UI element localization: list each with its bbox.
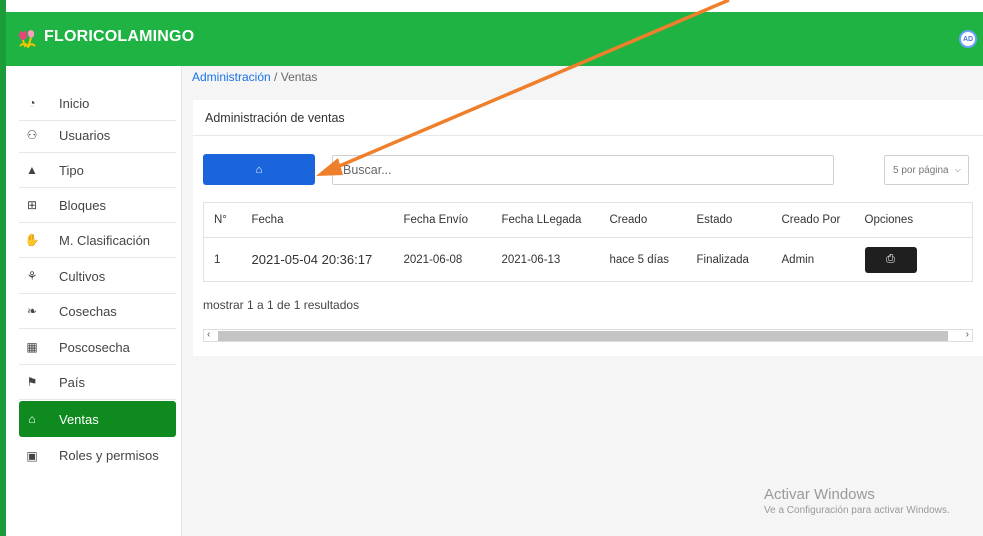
sidebar-item-m-clasificacion[interactable]: ✋ M. Clasificación	[19, 223, 176, 258]
card-title: Administración de ventas	[193, 100, 983, 136]
breadcrumb-separator: /	[274, 70, 278, 84]
scroll-right-icon[interactable]: ›	[966, 329, 969, 340]
leaf-icon: ❧	[26, 304, 38, 318]
tachometer-icon: ◔	[28, 96, 36, 110]
column-header[interactable]: Estado	[686, 202, 772, 238]
cell-number: 1	[203, 237, 242, 282]
breadcrumb: Administración / Ventas	[192, 70, 317, 84]
sidebar-item-bloques[interactable]: ⊞ Bloques	[19, 188, 176, 223]
sidebar-item-roles-permisos[interactable]: ▣ Roles y permisos	[19, 438, 176, 473]
sidebar-item-label: Cultivos	[59, 268, 106, 284]
hand-holding-icon: ✋	[24, 233, 40, 247]
boxes-icon: ▦	[26, 340, 38, 354]
cart-icon: ⌂	[28, 412, 36, 426]
sidebar-item-usuarios[interactable]: ⚇ Usuarios	[19, 118, 176, 153]
column-header[interactable]: Fecha LLegada	[491, 202, 600, 238]
cell-options: ⎙	[854, 237, 973, 282]
breadcrumb-current: Ventas	[280, 70, 318, 84]
watermark-title: Activar Windows	[764, 486, 875, 503]
sidebar-item-cosechas[interactable]: ❧ Cosechas	[19, 294, 176, 329]
print-button[interactable]: ⎙	[864, 246, 917, 273]
chevron-down-icon: ⌵	[954, 165, 961, 174]
cart-icon: ⌂	[255, 163, 263, 176]
cell-arrival-date: 2021-06-13	[491, 237, 600, 282]
sidebar-item-label: Inicio	[59, 95, 90, 111]
sidebar-item-label: M. Clasificación	[59, 232, 151, 248]
tree-icon: ▲	[26, 163, 38, 177]
sidebar-item-cultivos[interactable]: ⚘ Cultivos	[19, 259, 176, 294]
users-icon: ⚇	[26, 128, 38, 142]
sidebar-item-label: Roles y permisos	[59, 448, 159, 463]
sidebar-item-label: Tipo	[59, 162, 84, 178]
table-row: 1 2021-05-04 20:36:17 2021-06-08 2021-06…	[203, 237, 973, 282]
sidebar-item-label: País	[59, 374, 86, 390]
results-summary: mostrar 1 a 1 de 1 resultados	[203, 298, 360, 312]
horizontal-scrollbar[interactable]: ‹ ›	[203, 329, 973, 342]
windows-activation-watermark: Activar Windows Ve a Configuración para …	[764, 486, 950, 516]
watermark-subtitle: Ve a Configuración para activar Windows.	[764, 505, 950, 516]
sales-table: N° Fecha Fecha Envío Fecha LLegada Cread…	[203, 202, 973, 282]
app-frame: FLORICOLAMINGO AD ◔ Inicio ⚇ Usuarios ▲ …	[0, 0, 983, 536]
column-header[interactable]: Creado	[599, 202, 687, 238]
tulip-logo-icon	[16, 26, 38, 50]
column-header[interactable]: Fecha	[241, 202, 394, 238]
sidebar-item-label: Cosechas	[59, 303, 117, 319]
column-header[interactable]: Fecha Envío	[393, 202, 492, 238]
column-header: Opciones	[854, 202, 973, 238]
table-header-row: N° Fecha Fecha Envío Fecha LLegada Cread…	[203, 202, 973, 238]
brand[interactable]: FLORICOLAMINGO	[16, 26, 195, 50]
column-header[interactable]: N°	[203, 202, 242, 238]
main-content: Administración / Ventas Administración d…	[182, 66, 983, 536]
cell-ship-date: 2021-06-08	[393, 237, 492, 282]
new-sale-button[interactable]: ⌂	[203, 154, 315, 185]
sidebar-item-label: Usuarios	[59, 127, 111, 143]
sidebar-item-ventas[interactable]: ⌂ Ventas	[19, 401, 176, 437]
brand-name: FLORICOLAMINGO	[44, 28, 195, 45]
sidebar-item-pais[interactable]: ⚑ País	[19, 365, 176, 400]
cell-date: 2021-05-04 20:36:17	[241, 237, 394, 282]
scrollbar-thumb[interactable]	[218, 331, 948, 341]
scroll-left-icon[interactable]: ‹	[207, 329, 210, 340]
sidebar-item-label: Bloques	[59, 197, 106, 213]
grid-icon: ⊞	[26, 198, 38, 212]
sidebar: ◔ Inicio ⚇ Usuarios ▲ Tipo ⊞ Bloques ✋ M…	[6, 66, 182, 536]
sidebar-item-poscosecha[interactable]: ▦ Poscosecha	[19, 330, 176, 365]
column-header[interactable]: Creado Por	[771, 202, 855, 238]
print-icon: ⎙	[886, 253, 895, 265]
flag-icon: ⚑	[26, 375, 38, 389]
sidebar-item-label: Ventas	[59, 411, 99, 427]
cell-status: Finalizada	[686, 237, 772, 282]
per-page-select[interactable]: 5 por página ⌵	[884, 155, 969, 185]
cell-created-by: Admin	[771, 237, 855, 282]
breadcrumb-link-administracion[interactable]: Administración	[192, 70, 271, 84]
sidebar-item-tipo[interactable]: ▲ Tipo	[19, 153, 176, 188]
seedling-icon: ⚘	[26, 269, 38, 283]
sidebar-item-label: Poscosecha	[59, 339, 130, 355]
cell-created: hace 5 días	[599, 237, 687, 282]
lock-icon: ▣	[26, 448, 38, 463]
top-navbar: FLORICOLAMINGO AD	[6, 12, 983, 66]
user-avatar[interactable]: AD	[959, 30, 977, 48]
per-page-value: 5 por página	[893, 164, 949, 176]
search-input[interactable]	[332, 155, 834, 185]
sidebar-item-inicio[interactable]: ◔ Inicio	[19, 86, 176, 121]
